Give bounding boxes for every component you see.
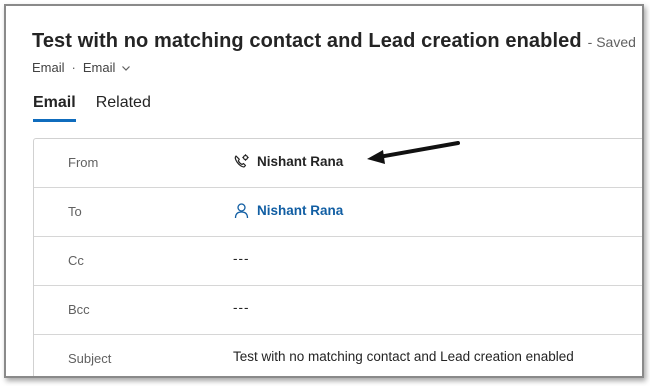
bcc-value[interactable]: --- — [233, 300, 250, 315]
subject-row: Subject Test with no matching contact an… — [34, 335, 642, 376]
form-name: Email — [82, 60, 116, 75]
saved-status: - Saved — [587, 34, 636, 50]
breadcrumb-separator: · — [71, 60, 76, 75]
queue-phone-gear-icon — [234, 154, 249, 168]
tab-email[interactable]: Email — [33, 94, 76, 122]
to-row: To Nishant Rana — [34, 188, 642, 237]
bcc-row: Bcc --- — [34, 286, 642, 335]
subject-value[interactable]: Test with no matching contact and Lead c… — [233, 349, 574, 364]
to-label: To — [68, 204, 82, 219]
breadcrumb: Email · Email — [32, 60, 642, 75]
person-icon — [234, 203, 249, 219]
cc-row: Cc --- — [34, 237, 642, 286]
cc-value[interactable]: --- — [233, 251, 250, 266]
title-row: Test with no matching contact and Lead c… — [32, 30, 642, 53]
window-frame: Test with no matching contact and Lead c… — [4, 4, 644, 378]
bcc-label: Bcc — [68, 302, 90, 317]
from-value[interactable]: Nishant Rana — [233, 153, 343, 170]
subject-label: Subject — [68, 351, 112, 366]
email-fields-section: From Nishant Rana To Nishant Rana Cc ---… — [33, 138, 642, 376]
from-name: Nishant Rana — [257, 154, 344, 169]
to-value[interactable]: Nishant Rana — [233, 202, 343, 219]
entity-name: Email — [32, 60, 65, 75]
chevron-down-icon — [122, 65, 131, 71]
from-row: From Nishant Rana — [34, 139, 642, 188]
page-title: Test with no matching contact and Lead c… — [32, 30, 582, 52]
record-header: Test with no matching contact and Lead c… — [32, 30, 642, 75]
form-selector[interactable]: Email — [83, 60, 132, 75]
tab-related[interactable]: Related — [96, 94, 151, 122]
to-name: Nishant Rana — [257, 203, 344, 218]
tab-list: Email Related — [33, 94, 171, 122]
from-label: From — [68, 155, 99, 170]
annotation-arrow-icon — [367, 141, 460, 164]
cc-label: Cc — [68, 253, 84, 268]
